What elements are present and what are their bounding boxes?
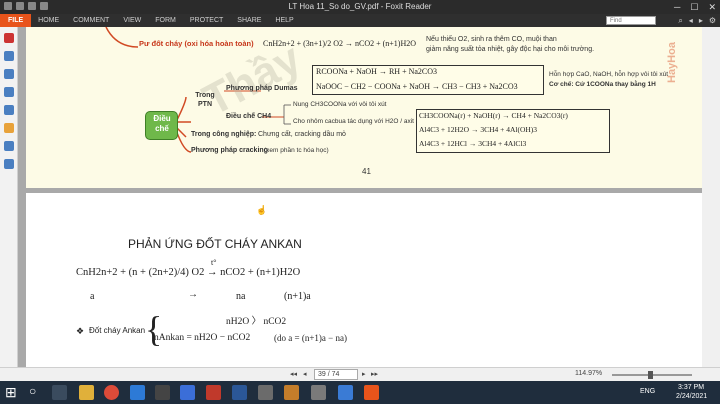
case-2-note: (do a = (n+1)a − na) bbox=[274, 333, 347, 343]
case-1: nH2O 〉 nCO2 bbox=[226, 317, 287, 327]
equation-ch4-1: CH3COONa(r) + NaOH(r) → CH4 + Na2CO3(r) bbox=[419, 111, 568, 120]
pdf-page-42: ☝ PHẢN ỨNG ĐỐT CHÁY ANKAN t° CnH2n+2 + (… bbox=[26, 193, 712, 367]
ch4-option-1: Nung CH3COONa với vôi tôi xút bbox=[293, 101, 387, 108]
mole-a: a bbox=[90, 291, 95, 302]
window-title: LT Hoa 11_So do_GV.pdf - Foxit Reader bbox=[288, 2, 432, 11]
ch4-option-2: Cho nhôm cacbua tác dụng với H2O / axit bbox=[293, 118, 414, 125]
menu-home[interactable]: HOME bbox=[31, 14, 66, 27]
combustion-note-1: Nếu thiếu O2, sinh ra thêm CO, muội than bbox=[426, 36, 557, 43]
app-icon-3[interactable] bbox=[284, 385, 299, 400]
task-view-icon[interactable] bbox=[52, 385, 67, 400]
case-2: nAnkan = nH2O − nCO2 bbox=[154, 333, 251, 343]
document-view[interactable]: Thầy HayHoa Pư đốt cháy (oxi hóa hoàn to… bbox=[18, 27, 720, 367]
navigation-panel bbox=[0, 27, 18, 367]
mole-arrow: → bbox=[188, 289, 198, 300]
last-page-button[interactable]: ▸▸ bbox=[371, 370, 378, 378]
equation-dumas-2: NaOOC − CH2 − COONa + NaOH → CH3 − CH3 +… bbox=[316, 82, 518, 91]
equation-dumas-1: RCOONa + NaOH → RH + Na2CO3 bbox=[316, 67, 438, 76]
menu-form[interactable]: FORM bbox=[148, 14, 183, 27]
page-indicator[interactable]: 39 / 74 bbox=[314, 369, 358, 380]
search-icon[interactable]: ⌕ bbox=[678, 14, 682, 27]
bullet-icon: ❖ bbox=[76, 326, 85, 336]
cracking-label: Phương pháp cracking bbox=[191, 147, 268, 154]
minimize-button[interactable]: ─ bbox=[674, 0, 680, 14]
media-icon[interactable] bbox=[155, 385, 170, 400]
combustion-note-2: giảm năng suất tỏa nhiệt, gây độc hại ch… bbox=[426, 46, 595, 53]
taskbar: ⊞ ○ ENG 3:37 PM 2/24/2021 bbox=[0, 381, 720, 404]
menu-help[interactable]: HELP bbox=[268, 14, 300, 27]
foxit-reader-icon[interactable] bbox=[364, 385, 379, 400]
bookmark-icon[interactable] bbox=[4, 33, 14, 43]
industry-text: Chưng cất, cracking dầu mỏ bbox=[258, 131, 346, 138]
dumas-label: Phương pháp Dumas bbox=[226, 85, 298, 92]
app-icon[interactable] bbox=[180, 385, 195, 400]
signature-icon[interactable] bbox=[4, 123, 14, 133]
menu-view[interactable]: VIEW bbox=[116, 14, 148, 27]
pdf-page-41: Thầy HayHoa Pư đốt cháy (oxi hóa hoàn to… bbox=[26, 27, 712, 188]
close-button[interactable]: ✕ bbox=[708, 0, 716, 14]
link-icon[interactable] bbox=[4, 141, 14, 151]
search-input[interactable]: Find bbox=[606, 16, 656, 25]
next-page-button[interactable]: ▸ bbox=[362, 370, 366, 378]
nav-forward-icon[interactable]: ▸ bbox=[699, 14, 703, 27]
pages-icon[interactable] bbox=[4, 51, 14, 61]
reaction-condition: t° bbox=[211, 258, 217, 267]
zoom-slider-handle[interactable] bbox=[648, 371, 653, 379]
page-heading: PHẢN ỨNG ĐỐT CHÁY ANKAN bbox=[128, 237, 302, 251]
word-icon[interactable] bbox=[232, 385, 247, 400]
page-number: 41 bbox=[362, 167, 371, 176]
cracking-text: (xem phần tc hóa học) bbox=[264, 147, 329, 154]
equation-ch4-2: Al4C3 + 12H2O → 3CH4 + 4Al(OH)3 bbox=[419, 125, 538, 134]
menu-bar: FILE HOME COMMENT VIEW FORM PROTECT SHAR… bbox=[0, 14, 720, 27]
comments-icon[interactable] bbox=[4, 87, 14, 97]
lab-label: Trong PTN bbox=[195, 92, 215, 108]
app-icon-5[interactable] bbox=[338, 385, 353, 400]
language-indicator[interactable]: ENG bbox=[640, 388, 655, 395]
industry-label: Trong công nghiệp: bbox=[191, 131, 257, 138]
mechanism-note: Cơ chế: Cứ 1COONa thay bằng 1H bbox=[549, 81, 656, 88]
clock-time[interactable]: 3:37 PM bbox=[678, 384, 704, 391]
start-icon[interactable]: ⊞ bbox=[5, 384, 17, 401]
chrome-icon[interactable] bbox=[104, 385, 119, 400]
center-node-label: Điều chế bbox=[153, 114, 171, 133]
equation-ch4-3: Al4C3 + 12HCl → 3CH4 + 4AlCl3 bbox=[419, 139, 527, 148]
cursor-hand-icon: ☝ bbox=[256, 205, 268, 215]
menu-comment[interactable]: COMMENT bbox=[66, 14, 116, 27]
search-taskbar-icon[interactable]: ○ bbox=[29, 384, 36, 398]
maximize-button[interactable]: ☐ bbox=[690, 0, 698, 14]
menu-protect[interactable]: PROTECT bbox=[183, 14, 230, 27]
mole-n1a: (n+1)a bbox=[284, 291, 311, 302]
combustion-equation: CnH2n+2 + (3n+1)/2 O2 → nCO2 + (n+1)H2O bbox=[263, 39, 416, 48]
powerpoint-icon[interactable] bbox=[206, 385, 221, 400]
zoom-level: 114.97% bbox=[575, 370, 603, 377]
status-bar: ◂◂ ◂ 39 / 74 ▸ ▸▸ 114.97% bbox=[0, 367, 720, 381]
menu-share[interactable]: SHARE bbox=[230, 14, 268, 27]
settings-icon[interactable]: ⚙ bbox=[709, 14, 716, 27]
security-icon[interactable] bbox=[4, 159, 14, 169]
first-page-button[interactable]: ◂◂ bbox=[290, 370, 297, 378]
right-scroll-area[interactable] bbox=[702, 27, 720, 367]
app-icon-4[interactable] bbox=[311, 385, 326, 400]
mix-note: Hỗn hợp CaO, NaOH, hỗn hợp vôi tôi xút bbox=[549, 71, 669, 78]
file-menu[interactable]: FILE bbox=[0, 14, 32, 27]
app-icon-2[interactable] bbox=[258, 385, 273, 400]
layers-icon[interactable] bbox=[4, 69, 14, 79]
file-explorer-icon[interactable] bbox=[79, 385, 94, 400]
nav-back-icon[interactable]: ◂ bbox=[689, 14, 693, 27]
combustion-label: Pư đốt cháy (oxi hóa hoàn toàn) bbox=[139, 39, 254, 48]
title-bar: LT Hoa 11_So do_GV.pdf - Foxit Reader ─ ☐… bbox=[0, 0, 720, 14]
attachments-icon[interactable] bbox=[4, 105, 14, 115]
bullet-label: Đốt cháy Ankan bbox=[89, 326, 146, 335]
ch4-label: Điều chế CH4 bbox=[226, 113, 272, 120]
mole-na: na bbox=[236, 291, 246, 302]
clock-date[interactable]: 2/24/2021 bbox=[676, 393, 707, 400]
store-icon[interactable] bbox=[130, 385, 145, 400]
reaction-equation: CnH2n+2 + (n + (2n+2)/4) O2 → nCO2 + (n+… bbox=[76, 267, 301, 278]
prev-page-button[interactable]: ◂ bbox=[303, 370, 307, 378]
